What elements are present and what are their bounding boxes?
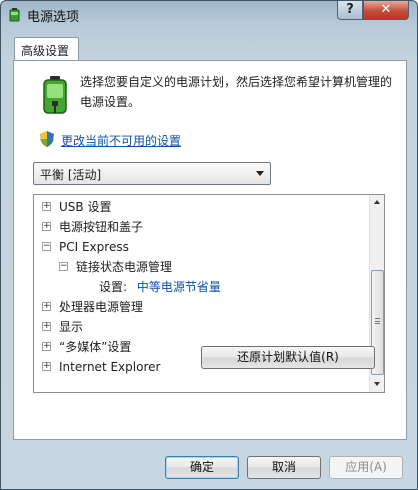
- setting-value-link[interactable]: 中等电源节省量: [137, 280, 221, 294]
- tree-item-label: 链接状态电源管理: [76, 260, 173, 274]
- advanced-settings-panel: 选择您要自定义的电源计划，然后选择您希望计算机管理的电源设置。 更改当前不可用的…: [13, 60, 407, 440]
- apply-button[interactable]: 应用(A): [329, 456, 403, 479]
- cancel-button[interactable]: 取消: [247, 456, 321, 479]
- power-plan-selected: 平衡 [活动]: [40, 168, 102, 182]
- help-button[interactable]: ?: [337, 1, 363, 20]
- grip-icon: [375, 318, 380, 324]
- collapse-icon[interactable]: −: [42, 242, 51, 251]
- tree-item-setting-value[interactable]: 设置: 中等电源节省量: [99, 278, 359, 296]
- tree-item-label: 电源按钮和盖子: [59, 220, 144, 234]
- tree-item-processor-power[interactable]: + 处理器电源管理: [42, 298, 362, 316]
- tree-item-link-state-power-management[interactable]: − 链接状态电源管理: [59, 258, 359, 276]
- title-bar[interactable]: 电源选项 ? ✕: [1, 1, 417, 29]
- tab-advanced-settings[interactable]: 高级设置: [14, 37, 79, 61]
- tree-item-usb-settings[interactable]: + USB 设置: [42, 198, 362, 216]
- expand-icon[interactable]: +: [42, 362, 51, 371]
- arrow-down-icon: [374, 382, 380, 386]
- power-options-dialog: 电源选项 ? ✕ 高级设置 选择您要自定义的电源计划，然后选择您希望计算机管理的…: [0, 0, 418, 490]
- power-plan-dropdown[interactable]: 平衡 [活动]: [33, 162, 271, 185]
- description-text: 选择您要自定义的电源计划，然后选择您希望计算机管理的电源设置。: [80, 75, 393, 109]
- collapse-icon[interactable]: −: [59, 262, 68, 271]
- tree-item-pci-express[interactable]: − PCI Express: [42, 238, 362, 256]
- tree-item-power-buttons-lid[interactable]: + 电源按钮和盖子: [42, 218, 362, 236]
- tree-item-label: “多媒体”设置: [59, 340, 132, 354]
- power-options-icon: [9, 8, 20, 22]
- expand-icon[interactable]: +: [42, 322, 51, 331]
- close-button[interactable]: ✕: [363, 1, 409, 20]
- scroll-down-button[interactable]: [370, 377, 384, 392]
- setting-label: 设置:: [99, 280, 128, 294]
- tree-item-label: PCI Express: [59, 240, 129, 254]
- expand-icon[interactable]: +: [42, 222, 51, 231]
- restore-defaults-button[interactable]: 还原计划默认值(R): [201, 346, 375, 369]
- change-unavailable-settings-link[interactable]: 更改当前不可用的设置: [61, 132, 181, 149]
- window-title: 电源选项: [27, 10, 80, 25]
- uac-shield-icon: [40, 131, 54, 147]
- battery-plug-icon: [43, 76, 67, 114]
- ok-button[interactable]: 确定: [165, 456, 239, 479]
- tree-item-label: USB 设置: [59, 200, 112, 214]
- expand-icon[interactable]: +: [42, 342, 51, 351]
- arrow-up-icon: [374, 200, 380, 204]
- expand-icon[interactable]: +: [42, 302, 51, 311]
- tree-item-label: 显示: [59, 320, 84, 334]
- tree-item-label: Internet Explorer: [59, 360, 161, 374]
- tree-item-label: 处理器电源管理: [59, 300, 144, 314]
- expand-icon[interactable]: +: [42, 202, 51, 211]
- tree-item-display[interactable]: + 显示: [42, 318, 362, 336]
- scroll-up-button[interactable]: [370, 195, 384, 210]
- chevron-down-icon: [256, 171, 264, 176]
